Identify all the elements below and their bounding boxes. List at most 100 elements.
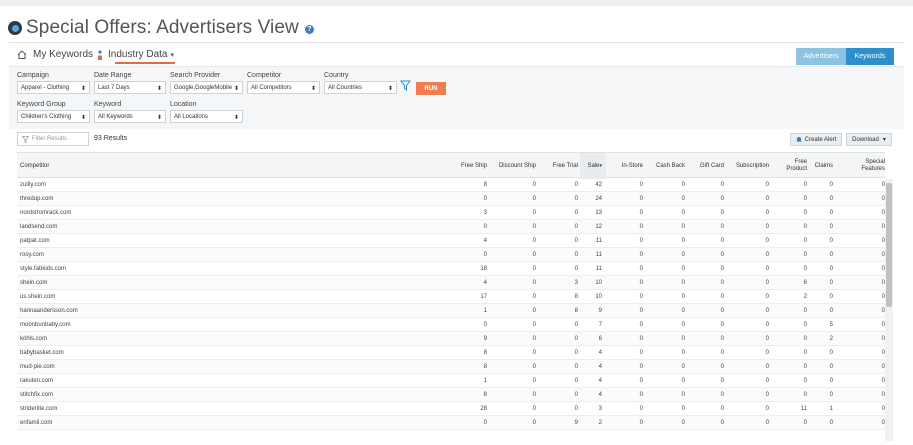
value-cell: 8: [483, 182, 487, 188]
column-header[interactable]: Special Features: [849, 153, 885, 179]
table-row[interactable]: zulily.com 8 0 0 42 0 0 0 0 0 0 0: [17, 178, 885, 192]
value-cell: 0: [720, 406, 724, 412]
value-cell: 0: [765, 336, 769, 342]
value-cell: 8: [483, 392, 487, 398]
country-value: All Countries: [328, 85, 363, 91]
value-cell: 0: [681, 266, 685, 272]
competitor-cell: nordstromrack.com: [20, 210, 72, 216]
table-row[interactable]: mud-pie.com 8 0 0 4 0 0 0 0 0 0 0: [17, 360, 885, 374]
table-row[interactable]: moonbunbaby.com 0 0 0 7 0 0 0 0 0 5 0: [17, 318, 885, 332]
column-header[interactable]: Gift Card: [684, 153, 724, 179]
column-header[interactable]: Discount Ship: [488, 153, 536, 179]
keyword-group-value: Children's Clothing: [21, 114, 72, 120]
table-row[interactable]: rosy.com 0 0 0 11 0 0 0 0 0 0 0: [17, 248, 885, 262]
results-toolbar: Filter Results 93 Results Create Alert D…: [9, 129, 904, 151]
competitor-label: Competitor: [247, 72, 282, 79]
table-row[interactable]: patpat.com 4 0 0 11 0 0 0 0 0 0 0: [17, 234, 885, 248]
value-cell: 0: [720, 182, 724, 188]
value-cell: 0: [765, 308, 769, 314]
create-alert-button[interactable]: Create Alert: [790, 133, 842, 146]
search-provider-value: Google,GoogleMobile: [174, 85, 233, 91]
active-nav-underline: [115, 62, 175, 64]
table-row[interactable]: landsend.com 0 0 0 12 0 0 0 0 0 0 0: [17, 220, 885, 234]
download-button[interactable]: Download ▾: [846, 133, 892, 146]
column-header[interactable]: In-Store: [603, 153, 643, 179]
value-cell: 6: [598, 336, 602, 342]
value-cell: 0: [765, 406, 769, 412]
table-row[interactable]: babybasket.com 8 0 0 4 0 0 0 0 0 0 0: [17, 346, 885, 360]
column-header-label: In-Store: [621, 162, 643, 169]
table-row[interactable]: thredup.com 0 0 0 24 0 0 0 0 0 0 0: [17, 192, 885, 206]
value-cell: 0: [532, 336, 536, 342]
results-count: 93 Results: [94, 135, 128, 142]
column-header[interactable]: Free Trial: [538, 153, 578, 179]
location-select[interactable]: All Locations ⬍: [170, 110, 243, 123]
column-header-label: Sale: [587, 162, 600, 169]
column-header[interactable]: Competitor: [20, 153, 220, 179]
value-cell: 0: [639, 196, 643, 202]
scrollbar-thumb[interactable]: [886, 183, 892, 307]
table-row[interactable]: hannaandersson.com 1 0 8 9 0 0 0 0 0 0 0: [17, 304, 885, 318]
value-cell: 1: [829, 406, 833, 412]
location-label: Location: [170, 101, 197, 108]
table-row[interactable]: shein.com 4 0 3 10 0 0 0 0 6 0 0: [17, 276, 885, 290]
value-cell: 0: [639, 322, 643, 328]
keyword-select[interactable]: All Keywords ⬍: [94, 110, 166, 123]
date-range-select[interactable]: Last 7 Days ⬍: [94, 81, 166, 94]
search-provider-select[interactable]: Google,GoogleMobile ⬍: [170, 81, 243, 94]
value-cell: 0: [681, 308, 685, 314]
column-header-label: Subscription: [735, 162, 769, 169]
keyword-group-select[interactable]: Children's Clothing ⬍: [17, 110, 90, 123]
column-header[interactable]: Cash Back: [645, 153, 685, 179]
person-icon: [98, 49, 102, 60]
value-cell: 0: [720, 364, 724, 370]
value-cell: 0: [639, 406, 643, 412]
table-row[interactable]: enfamil.com 0 0 9 2 0 0 0 0 0 0 0: [17, 416, 885, 430]
toggle-advertisers[interactable]: Advertisers: [796, 48, 846, 65]
competitor-cell: rakuten.com: [20, 378, 54, 384]
value-cell: 24: [595, 196, 602, 202]
value-cell: 0: [829, 294, 833, 300]
column-header[interactable]: Free Product: [777, 153, 807, 179]
value-cell: 0: [765, 294, 769, 300]
table-row[interactable]: style.fabkids.com 18 0 0 11 0 0 0 0 0 0 0: [17, 262, 885, 276]
competitor-cell: zulily.com: [20, 182, 46, 188]
value-cell: 0: [881, 364, 885, 370]
table-row[interactable]: kohls.com 9 0 0 6 0 0 0 0 0 2 0: [17, 332, 885, 346]
value-cell: 0: [639, 210, 643, 216]
value-cell: 0: [720, 308, 724, 314]
value-cell: 0: [881, 392, 885, 398]
value-cell: 0: [532, 308, 536, 314]
value-cell: 0: [765, 238, 769, 244]
run-button[interactable]: RUN: [416, 82, 446, 95]
value-cell: 0: [532, 266, 536, 272]
table-scrollbar[interactable]: [885, 179, 893, 441]
column-header[interactable]: Claims: [809, 153, 833, 179]
value-cell: 4: [598, 392, 602, 398]
table-row[interactable]: rakuten.com 1 0 0 4 0 0 0 0 0 0 0: [17, 374, 885, 388]
value-cell: 0: [720, 266, 724, 272]
table-row[interactable]: stitchfix.com 8 0 0 4 0 0 0 0 0 0 0: [17, 388, 885, 402]
value-cell: 0: [765, 392, 769, 398]
competitor-cell: stitchfix.com: [20, 392, 54, 398]
column-header[interactable]: Subscription: [724, 153, 769, 179]
filter-funnel-icon[interactable]: [400, 80, 411, 91]
value-cell: 0: [720, 378, 724, 384]
column-header-label: Free Ship: [460, 162, 487, 169]
campaign-select[interactable]: Apparel - Clothing ⬍: [17, 81, 90, 94]
country-select[interactable]: All Countries ⬍: [324, 81, 397, 94]
help-icon[interactable]: ?: [304, 25, 314, 34]
competitor-select[interactable]: All Competitors ⬍: [247, 81, 320, 94]
value-cell: 0: [483, 196, 487, 202]
filter-results-input[interactable]: Filter Results: [17, 132, 89, 146]
nav-my-keywords[interactable]: My Keywords: [17, 49, 93, 60]
table-row[interactable]: strideriite.com 28 0 0 3 0 0 0 0 11 1 0: [17, 402, 885, 416]
value-cell: 10: [595, 280, 602, 286]
competitor-cell: patpat.com: [20, 238, 50, 244]
table-row[interactable]: us.shein.com 17 0 8 10 0 0 0 0 2 0 0: [17, 290, 885, 304]
column-header[interactable]: Free Ship: [447, 153, 487, 179]
value-cell: 0: [681, 238, 685, 244]
nav-industry-data[interactable]: Industry Data ▾: [97, 49, 174, 60]
toggle-keywords[interactable]: Keywords: [846, 48, 894, 65]
table-row[interactable]: nordstromrack.com 3 0 0 13 0 0 0 0 0 0 0: [17, 206, 885, 220]
